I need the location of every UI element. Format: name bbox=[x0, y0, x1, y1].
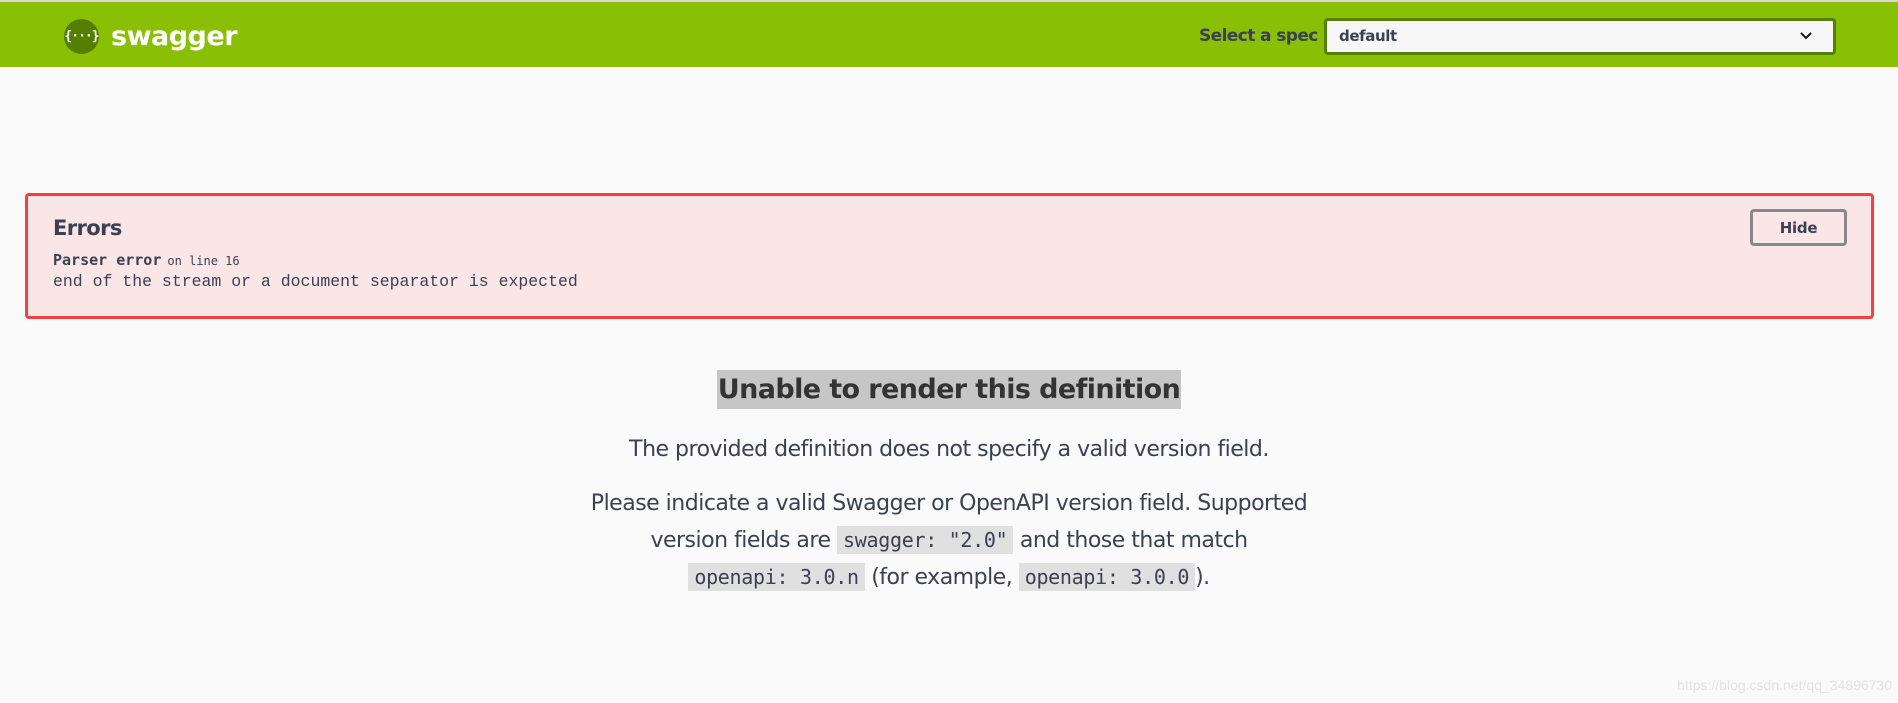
select-spec-label: Select a spec bbox=[1199, 26, 1318, 46]
watermark: https://blog.csdn.net/qq_34896730 bbox=[1677, 677, 1892, 693]
error-item-header: Parser error on line 16 bbox=[53, 251, 240, 269]
errors-panel: Errors Parser error on line 16 end of the… bbox=[25, 193, 1874, 319]
instructions-text: ). bbox=[1195, 565, 1210, 590]
hide-errors-button[interactable]: Hide bbox=[1750, 209, 1847, 246]
spec-select[interactable]: default bbox=[1324, 18, 1836, 55]
swagger-logo-icon: {···} bbox=[64, 18, 100, 54]
topbar: {···} swagger Select a spec default bbox=[0, 2, 1898, 67]
chevron-down-icon bbox=[1800, 32, 1812, 40]
render-error-instructions: Please indicate a valid Swagger or OpenA… bbox=[559, 486, 1339, 596]
swagger-logo-link[interactable]: {···} swagger bbox=[64, 18, 238, 54]
instructions-text: and those that match bbox=[1013, 528, 1248, 553]
code-swagger-version: swagger: "2.0" bbox=[837, 526, 1014, 554]
error-message: end of the stream or a document separato… bbox=[53, 272, 578, 291]
spec-select-value: default bbox=[1339, 27, 1397, 45]
error-source: Parser error bbox=[53, 251, 162, 269]
render-error-title: Unable to render this definition bbox=[716, 370, 1182, 409]
brand-name: swagger bbox=[111, 20, 238, 52]
error-location: on line 16 bbox=[167, 254, 240, 268]
code-openapi-pattern: openapi: 3.0.n bbox=[688, 563, 865, 591]
render-error-message: The provided definition does not specify… bbox=[629, 437, 1269, 462]
render-error-section: Unable to render this definition The pro… bbox=[0, 370, 1898, 596]
instructions-text: (for example, bbox=[864, 565, 1019, 590]
code-openapi-example: openapi: 3.0.0 bbox=[1018, 563, 1196, 591]
errors-title: Errors bbox=[53, 216, 122, 240]
